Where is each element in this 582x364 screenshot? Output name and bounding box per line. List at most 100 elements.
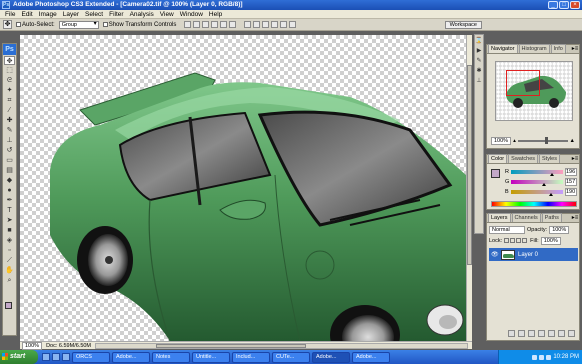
minimize-button[interactable]: _ <box>548 1 558 9</box>
distribute-hcenter-button[interactable] <box>280 21 288 28</box>
navigator-view-box[interactable] <box>506 70 540 96</box>
tab-navigator[interactable]: Navigator <box>488 44 518 53</box>
taskbar-button[interactable]: Adobe... <box>112 351 150 363</box>
opacity-field[interactable]: 100% <box>549 226 570 234</box>
align-hcenter-button[interactable] <box>220 21 228 28</box>
quick-launch-icon[interactable] <box>62 353 70 361</box>
slice-tool-icon[interactable]: ⁄ <box>4 106 15 115</box>
doc-size-info[interactable]: Doc: 6.59M/6.50M <box>46 343 91 349</box>
zoom-level-field[interactable]: 100% <box>22 341 43 350</box>
align-bottom-button[interactable] <box>202 21 210 28</box>
blend-mode-dropdown[interactable]: Normal <box>489 226 525 234</box>
taskbar-button[interactable]: Includ... <box>232 351 270 363</box>
auto-select-checkbox[interactable]: Auto-Select: <box>16 22 55 28</box>
canvas-vertical-scrollbar[interactable] <box>466 35 472 341</box>
healing-brush-icon[interactable]: ✚ <box>4 116 15 125</box>
lock-position-icon[interactable] <box>516 237 522 243</box>
tab-styles[interactable]: Styles <box>539 154 560 163</box>
menu-image[interactable]: Image <box>36 10 60 19</box>
quick-launch-icon[interactable] <box>52 353 60 361</box>
clone-source-icon[interactable]: ⊥ <box>475 77 483 85</box>
menu-view[interactable]: View <box>157 10 177 19</box>
path-selection-icon[interactable]: ➤ <box>4 216 15 225</box>
tab-layers[interactable]: Layers <box>488 213 511 222</box>
foreground-color-swatch[interactable] <box>5 302 12 309</box>
navigator-zoom-slider[interactable] <box>517 137 568 144</box>
eye-icon[interactable]: 👁 <box>491 251 499 258</box>
brushes-panel-icon[interactable]: ✱ <box>475 67 483 75</box>
distribute-bottom-button[interactable] <box>262 21 270 28</box>
tool-presets-icon[interactable]: ✎ <box>475 57 483 65</box>
link-layers-icon[interactable] <box>508 330 515 337</box>
clock[interactable]: 10:28 PM <box>553 354 579 360</box>
red-value[interactable]: 196 <box>565 168 577 176</box>
distribute-left-button[interactable] <box>271 21 279 28</box>
align-left-button[interactable] <box>211 21 219 28</box>
vertical-scroll-thumb[interactable] <box>467 65 472 265</box>
blur-tool-icon[interactable]: ◆ <box>4 176 15 185</box>
adjustment-layer-icon[interactable] <box>538 330 545 337</box>
fill-field[interactable]: 100% <box>540 237 561 245</box>
new-group-icon[interactable] <box>548 330 555 337</box>
close-button[interactable]: × <box>570 1 580 9</box>
zoom-tool-icon[interactable]: ⌕ <box>4 276 15 285</box>
tab-channels[interactable]: Channels <box>511 213 541 222</box>
layer-row[interactable]: 👁 Layer 0 <box>489 248 578 261</box>
blue-slider[interactable] <box>511 190 563 196</box>
taskbar-button[interactable]: Notes <box>152 351 190 363</box>
layer-mask-icon[interactable] <box>528 330 535 337</box>
tab-swatches[interactable]: Swatches <box>508 154 539 163</box>
align-top-button[interactable] <box>184 21 192 28</box>
taskbar-button[interactable]: CUTe... <box>272 351 310 363</box>
navigator-thumbnail[interactable] <box>495 61 573 121</box>
green-value[interactable]: 157 <box>565 178 577 186</box>
show-transform-checkbox[interactable]: Show Transform Controls <box>102 22 176 28</box>
notes-tool-icon[interactable]: ▫ <box>4 246 15 255</box>
shape-tool-icon[interactable]: ■ <box>4 226 15 235</box>
auto-select-dropdown[interactable]: Group <box>58 20 99 29</box>
taskbar-button[interactable]: Adobe... <box>352 351 390 363</box>
menu-select[interactable]: Select <box>82 10 106 19</box>
lasso-tool-icon[interactable]: ᘓ <box>4 76 15 85</box>
menu-help[interactable]: Help <box>206 10 225 19</box>
canvas-horizontal-scrollbar[interactable] <box>95 342 468 349</box>
start-button[interactable]: start <box>0 350 38 364</box>
distribute-top-button[interactable] <box>244 21 252 28</box>
eyedropper-tool-icon[interactable]: ⟋ <box>4 256 15 265</box>
brush-tool-icon[interactable]: ✎ <box>4 126 15 135</box>
new-layer-icon[interactable] <box>558 330 565 337</box>
color-spectrum-ramp[interactable] <box>491 201 577 207</box>
menu-layer[interactable]: Layer <box>60 10 82 19</box>
history-brush-icon[interactable]: ↺ <box>4 146 15 155</box>
move-tool-icon[interactable]: ✥ <box>4 56 15 65</box>
zoom-in-icon[interactable]: ▲ <box>570 138 575 144</box>
taskbar-button[interactable]: ORCS <box>72 351 110 363</box>
align-vcenter-button[interactable] <box>193 21 201 28</box>
lock-transparency-icon[interactable] <box>504 237 510 243</box>
actions-panel-icon[interactable]: ▶ <box>475 47 483 55</box>
tray-icon[interactable] <box>532 354 538 360</box>
blue-value[interactable]: 190 <box>565 188 577 196</box>
lock-all-icon[interactable] <box>522 237 528 243</box>
tab-color[interactable]: Color <box>488 154 508 163</box>
gradient-tool-icon[interactable]: ▤ <box>4 166 15 175</box>
horizontal-scroll-thumb[interactable] <box>156 343 307 348</box>
menu-analysis[interactable]: Analysis <box>127 10 157 19</box>
eraser-tool-icon[interactable]: ▭ <box>4 156 15 165</box>
magic-wand-tool-icon[interactable]: ✦ <box>4 86 15 95</box>
distribute-right-button[interactable] <box>289 21 297 28</box>
crop-tool-icon[interactable]: ⌗ <box>4 96 15 105</box>
marquee-tool-icon[interactable]: ⬚ <box>4 66 15 75</box>
document-canvas[interactable] <box>20 35 466 341</box>
tray-icon[interactable] <box>539 354 545 360</box>
clone-stamp-icon[interactable]: ⊥ <box>4 136 15 145</box>
zoom-out-icon[interactable]: ▴ <box>513 138 516 144</box>
navigator-zoom-value[interactable]: 100% <box>491 137 512 145</box>
green-slider[interactable] <box>511 180 563 186</box>
workspace-dropdown[interactable]: Workspace <box>444 21 482 29</box>
panel-menu-icon[interactable]: ▸≡ <box>571 214 579 222</box>
distribute-vcenter-button[interactable] <box>253 21 261 28</box>
menu-window[interactable]: Window <box>177 10 206 19</box>
tray-icon[interactable] <box>546 354 552 360</box>
tab-info[interactable]: Info <box>550 44 566 53</box>
